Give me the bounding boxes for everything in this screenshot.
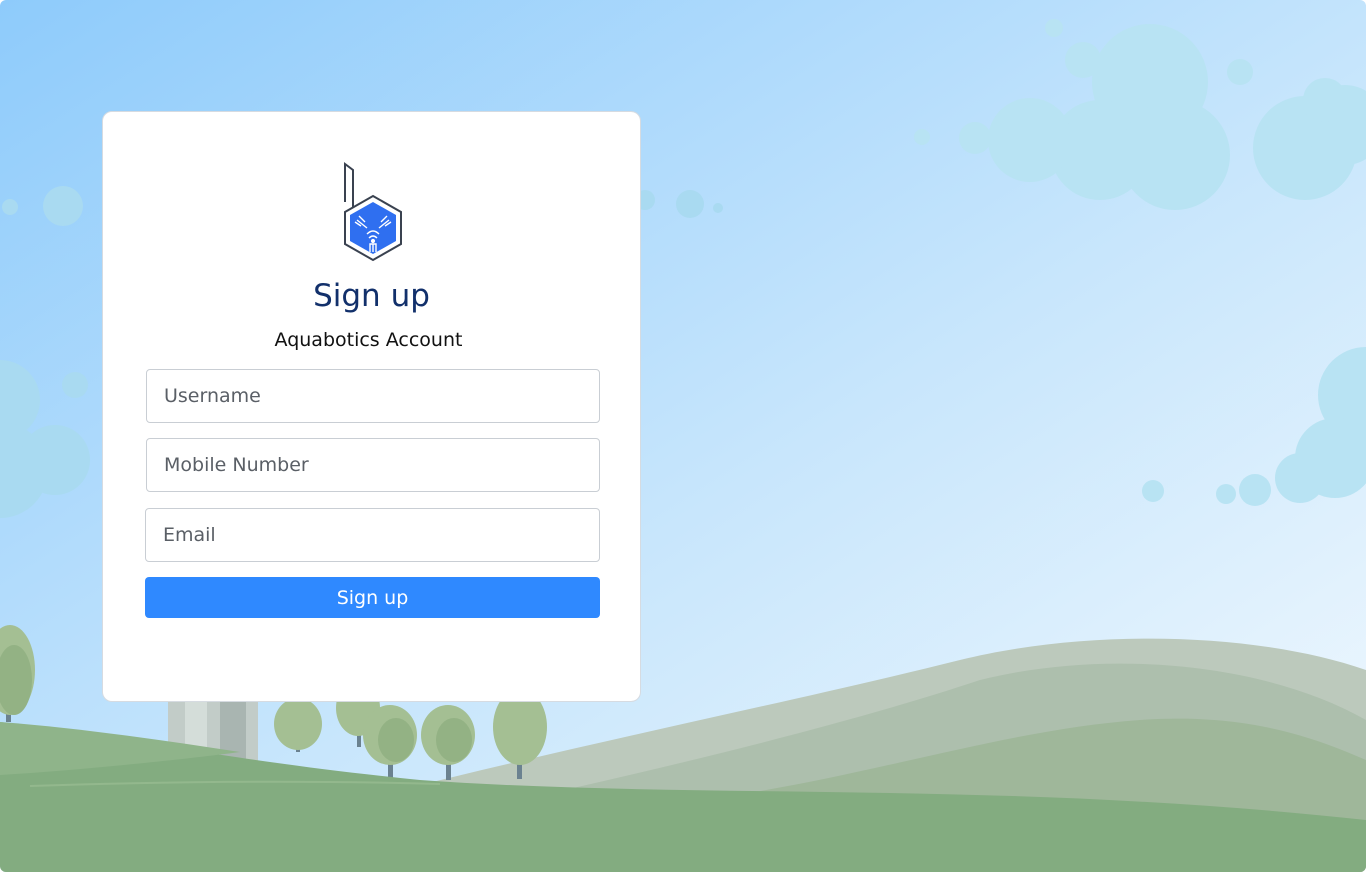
mobile-number-input[interactable] <box>146 438 600 492</box>
username-input[interactable] <box>146 369 600 423</box>
account-subtitle: Aquabotics Account <box>274 329 463 351</box>
aquabotics-hexagon-logo-icon <box>344 162 402 262</box>
signup-card: Sign up Aquabotics Account Sign up <box>102 111 641 702</box>
page-title: Sign up <box>313 278 430 314</box>
signup-page: Sign up Aquabotics Account Sign up <box>0 0 1366 872</box>
signup-button[interactable]: Sign up <box>145 577 600 618</box>
email-input[interactable] <box>145 508 600 562</box>
